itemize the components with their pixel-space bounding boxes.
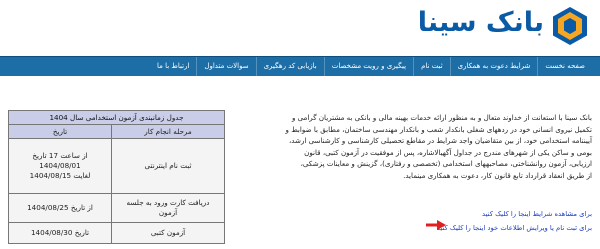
date-cell: از تاریخ 1404/08/25 (8, 193, 112, 223)
exam-schedule-table: جدول زمانبندی آزمون استخدامی سال 1404 مر… (8, 110, 225, 244)
intro-line: بومی و ساکن یکی از شهرهای مندرج در جداول… (304, 147, 592, 157)
date-cell: از ساعت 17 تاریخ 1404/08/01 لغایت 1404/0… (8, 138, 112, 194)
intro-line: تکمیل نیروی انسانی خود در ردههای شغلی با… (285, 124, 592, 134)
nav-item-tracking[interactable]: پیگیری و رویت مشخصات (323, 57, 413, 76)
step-cell: دریافت کارت ورود به جلسه آزمون (111, 193, 225, 223)
step-line: آزمون (158, 208, 178, 217)
nav-item-conditions[interactable]: شرایط دعوت به همکاری (449, 57, 538, 76)
table-row: آزمون کتبی تاریخ 1404/08/30 (8, 222, 225, 244)
nav-item-contact[interactable]: ارتباط با ما (150, 57, 196, 76)
nav-item-recover-code[interactable]: بازیابی کد رهگیری (255, 57, 324, 76)
nav-item-home[interactable]: صفحه نخست (537, 57, 592, 76)
header-date: تاریخ (8, 124, 112, 139)
date-cell: تاریخ 1404/08/30 (8, 222, 112, 244)
register-edit-link[interactable]: برای ثبت نام یا ویرایش اطلاعات خود اینجا… (437, 222, 592, 234)
date-line: از ساعت 17 تاریخ (32, 151, 88, 160)
bank-logo[interactable]: بانک سینا (380, 4, 590, 48)
bank-name: بانک سینا (417, 7, 544, 38)
date-line: لغایت 1404/08/15 (29, 171, 91, 180)
step-cell: ثبت نام اینترنتی (111, 138, 225, 194)
schedule-title: جدول زمانبندی آزمون استخدامی سال 1404 (8, 110, 225, 124)
intro-section: بانک سینا با استعانت از خداوند متعال و ب… (242, 112, 592, 182)
site-header: بانک سینا (0, 0, 600, 56)
arrow-right-icon (426, 220, 446, 230)
table-row: دریافت کارت ورود به جلسه آزمون از تاریخ … (8, 193, 225, 223)
step-line: دریافت کارت ورود به جلسه (126, 198, 210, 207)
intro-line: ارزیابی، آزمون روانشناختی، مصاحبههای است… (300, 159, 592, 169)
view-conditions-link[interactable]: برای مشاهده شرایط اینجا را کلیک کنید (437, 208, 592, 220)
step-cell: آزمون کتبی (111, 222, 225, 244)
intro-paragraph: بانک سینا با استعانت از خداوند متعال و ب… (242, 112, 592, 182)
intro-line: آییننامه استخدامی خود، از بین متقاضیان و… (289, 136, 592, 146)
date-line: 1404/08/01 (39, 161, 81, 170)
intro-line: از طریق انعقاد قرارداد تابع قانون کار، د… (403, 170, 592, 180)
table-row: ثبت نام اینترنتی از ساعت 17 تاریخ 1404/0… (8, 138, 225, 194)
header-step: مرحله انجام کار (111, 124, 225, 139)
intro-line: بانک سینا با استعانت از خداوند متعال و ب… (291, 113, 592, 122)
nav-item-register[interactable]: ثبت نام (413, 57, 450, 76)
nav-item-faq[interactable]: سوالات متداول (196, 57, 255, 76)
schedule-header-row: مرحله انجام کار تاریخ (8, 124, 225, 139)
hexagon-logo-icon (553, 7, 587, 45)
action-links: برای مشاهده شرایط اینجا را کلیک کنید برا… (437, 208, 592, 234)
main-nav: صفحه نخست شرایط دعوت به همکاری ثبت نام پ… (0, 56, 600, 76)
